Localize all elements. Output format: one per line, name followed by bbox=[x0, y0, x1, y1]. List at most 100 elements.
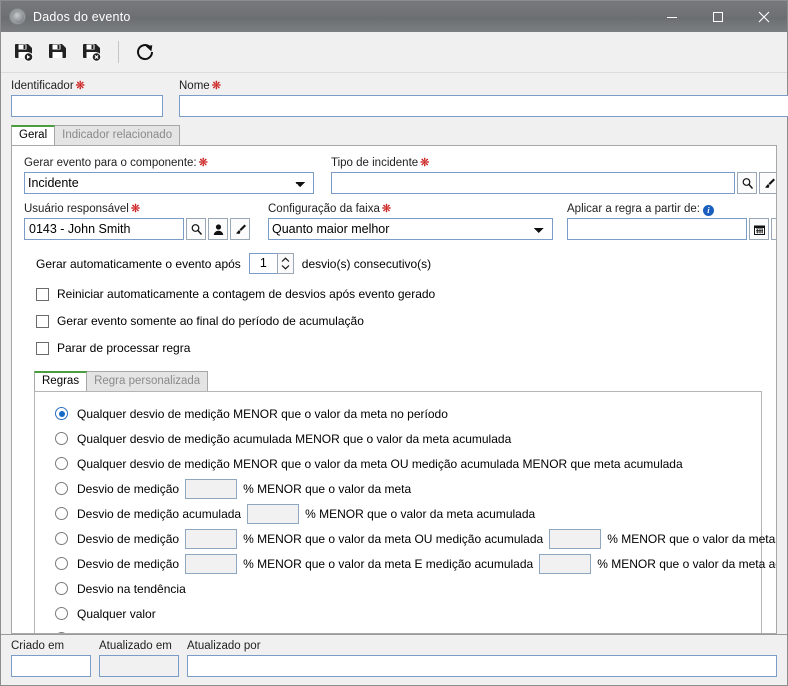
brush-icon[interactable] bbox=[230, 218, 250, 240]
refresh-button[interactable] bbox=[129, 36, 161, 68]
row-componente: Gerar evento para o componente: ❊ Inciden… bbox=[24, 156, 776, 194]
user-icon[interactable] bbox=[208, 218, 228, 240]
brush-icon[interactable] bbox=[771, 218, 776, 240]
usuario-input[interactable] bbox=[24, 218, 184, 240]
geral-panel: Gerar evento para o componente: ❊ Inciden… bbox=[11, 145, 777, 634]
criado-em-field: Criado em bbox=[11, 639, 91, 677]
rule-label: Qualquer desvio de medição MENOR que o v… bbox=[77, 406, 448, 421]
rule-label: Qualquer desvio de medição acumulada MEN… bbox=[77, 431, 512, 446]
rule-percent-input-2[interactable] bbox=[539, 553, 592, 574]
required-marker-icon: ❊ bbox=[420, 157, 430, 169]
checkbox-box[interactable] bbox=[36, 314, 49, 328]
radio-button[interactable] bbox=[55, 482, 68, 495]
componente-select[interactable]: Incidente bbox=[24, 172, 314, 194]
faixa-field: Configuração da faixa ❊ Quanto maior melh… bbox=[268, 202, 553, 240]
window-controls bbox=[649, 1, 787, 32]
required-marker-icon: ❊ bbox=[211, 80, 221, 92]
rule-row[interactable]: Desvio de medição % MENOR que o valor da… bbox=[45, 551, 776, 576]
radio-button[interactable] bbox=[55, 607, 68, 620]
tab-regra-personalizada[interactable]: Regra personalizada bbox=[86, 371, 209, 391]
desvios-stepper-buttons[interactable] bbox=[276, 253, 294, 274]
tab-regras[interactable]: Regras bbox=[34, 371, 88, 391]
rule-percent-input[interactable] bbox=[185, 553, 238, 574]
faixa-label: Configuração da faixa ❊ bbox=[268, 203, 392, 215]
radio-button[interactable] bbox=[55, 532, 68, 545]
search-icon[interactable] bbox=[186, 218, 206, 240]
rule-label-suffix: % MENOR que o valor da meta acumulada bbox=[607, 531, 776, 546]
info-icon[interactable]: i bbox=[702, 205, 714, 216]
footer-fields: Criado em Atualizado em Atualizado por bbox=[1, 634, 787, 685]
rule-row[interactable]: Regra personalizada bbox=[45, 626, 751, 633]
calendar-icon[interactable] bbox=[749, 218, 769, 240]
radio-button[interactable] bbox=[55, 582, 68, 595]
required-marker-icon: ❊ bbox=[75, 80, 85, 92]
checkbox-final-periodo[interactable]: Gerar evento somente ao final do período… bbox=[24, 314, 764, 328]
checkbox-reiniciar-contagem[interactable]: Reiniciar automaticamente a contagem de … bbox=[24, 287, 764, 301]
row-auto-evento: Gerar automaticamente o evento após 1 de… bbox=[24, 253, 764, 274]
checkbox-box[interactable] bbox=[36, 287, 49, 301]
window-title: Dados do evento bbox=[33, 9, 131, 24]
tipo-incidente-input[interactable] bbox=[331, 172, 735, 194]
radio-button[interactable] bbox=[55, 432, 68, 445]
minimize-icon[interactable] bbox=[649, 1, 695, 32]
rule-percent-input[interactable] bbox=[185, 528, 238, 549]
rule-label: Desvio na tendência bbox=[77, 581, 186, 596]
tab-geral[interactable]: Geral bbox=[11, 125, 56, 145]
rule-label: Qualquer valor bbox=[77, 606, 156, 621]
globe-icon bbox=[9, 8, 26, 25]
rules-group: Qualquer desvio de medição MENOR que o v… bbox=[34, 391, 776, 633]
nome-input[interactable] bbox=[179, 95, 788, 117]
desvios-input[interactable]: 1 bbox=[248, 253, 277, 274]
required-marker-icon: ❊ bbox=[381, 203, 392, 215]
save-and-close-button[interactable] bbox=[76, 36, 108, 68]
radio-button[interactable] bbox=[55, 457, 68, 470]
radio-button[interactable] bbox=[55, 407, 68, 420]
checkbox-parar-processar[interactable]: Parar de processar regra bbox=[24, 341, 764, 355]
rule-percent-input[interactable] bbox=[185, 478, 238, 499]
componente-field: Gerar evento para o componente: ❊ Inciden… bbox=[24, 156, 314, 194]
maximize-icon[interactable] bbox=[695, 1, 741, 32]
tab-indicador-relacionado[interactable]: Indicador relacionado bbox=[54, 125, 181, 145]
rule-label-mid: % MENOR que o valor da meta E medição ac… bbox=[243, 556, 534, 571]
aplicar-regra-input[interactable] bbox=[567, 218, 747, 240]
toolbar-separator bbox=[118, 41, 119, 63]
radio-button[interactable] bbox=[55, 632, 68, 633]
rule-row[interactable]: Qualquer desvio de medição MENOR que o v… bbox=[45, 451, 751, 476]
rule-percent-input[interactable] bbox=[247, 503, 300, 524]
chevron-down-icon bbox=[281, 265, 290, 270]
checkbox-box[interactable] bbox=[36, 341, 49, 355]
rule-row[interactable]: Qualquer valor bbox=[45, 601, 751, 626]
rule-row[interactable]: Desvio de medição % MENOR que o valor da… bbox=[45, 526, 776, 551]
tipo-incidente-field: Tipo de incidente ❊ bbox=[331, 156, 776, 194]
event-data-window: Dados do evento Identificador ❊ Nome ❊ G… bbox=[0, 0, 788, 686]
search-icon[interactable] bbox=[737, 172, 757, 194]
rule-percent-input-2[interactable] bbox=[549, 528, 602, 549]
faixa-select[interactable]: Quanto maior melhor bbox=[268, 218, 553, 240]
rule-label-suffix: % MENOR que o valor da meta acumulada bbox=[305, 506, 536, 521]
criado-em-input[interactable] bbox=[11, 655, 91, 677]
rule-row[interactable]: Desvio de medição acumulada % MENOR que … bbox=[45, 501, 751, 526]
rule-row[interactable]: Qualquer desvio de medição MENOR que o v… bbox=[45, 401, 751, 426]
radio-button[interactable] bbox=[55, 507, 68, 520]
tipo-incidente-label: Tipo de incidente ❊ bbox=[331, 157, 430, 169]
identificador-input[interactable] bbox=[11, 95, 163, 117]
rule-label: Qualquer desvio de medição MENOR que o v… bbox=[77, 456, 683, 471]
rule-label-suffix: % MENOR que o valor da meta acumulada bbox=[597, 556, 776, 571]
rule-row[interactable]: Desvio na tendência bbox=[45, 576, 751, 601]
rule-row[interactable]: Desvio de medição % MENOR que o valor da… bbox=[45, 476, 751, 501]
required-marker-icon: ❊ bbox=[198, 157, 208, 169]
close-icon[interactable] bbox=[741, 1, 787, 32]
checkbox-label: Reiniciar automaticamente a contagem de … bbox=[57, 287, 436, 301]
desvios-stepper[interactable]: 1 bbox=[248, 253, 294, 274]
rule-row[interactable]: Qualquer desvio de medição acumulada MEN… bbox=[45, 426, 751, 451]
brush-icon[interactable] bbox=[759, 172, 776, 194]
radio-button[interactable] bbox=[55, 557, 68, 570]
save-button[interactable] bbox=[42, 36, 74, 68]
rule-label-suffix: % MENOR que o valor da meta bbox=[243, 481, 412, 496]
rule-label: Desvio de medição acumulada bbox=[77, 506, 242, 521]
atualizado-por-input[interactable] bbox=[187, 655, 777, 677]
auto-evento-prefix: Gerar automaticamente o evento após bbox=[36, 256, 241, 271]
save-and-new-button[interactable] bbox=[8, 36, 40, 68]
identificador-field: Identificador ❊ bbox=[11, 79, 163, 117]
atualizado-em-input[interactable] bbox=[99, 655, 179, 677]
